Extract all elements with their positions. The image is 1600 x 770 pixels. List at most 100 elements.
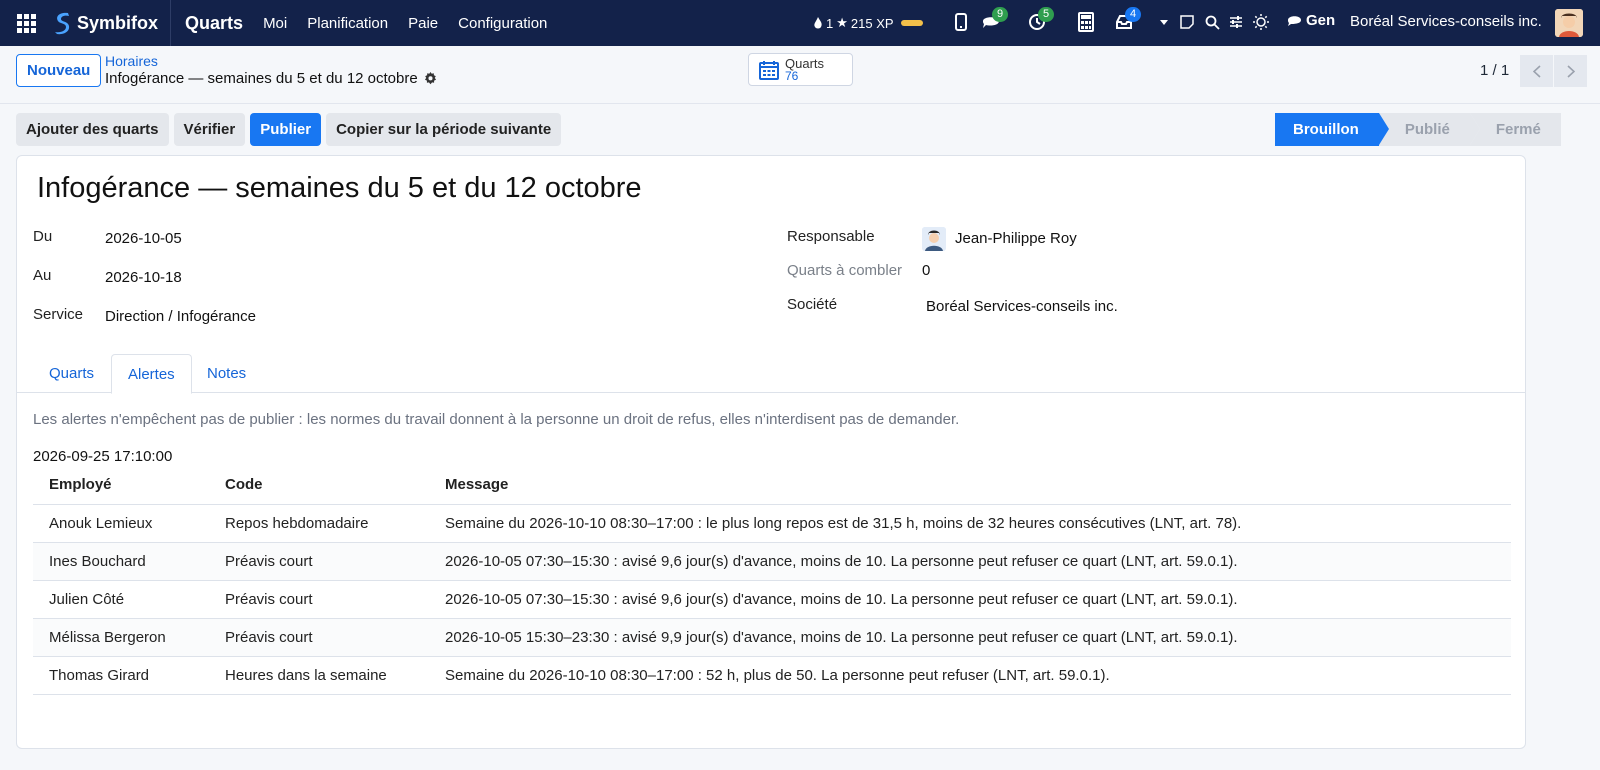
publish-button[interactable]: Publier [250,113,322,146]
menu-item-paie[interactable]: Paie [408,15,438,32]
open-shifts-field: 0 [922,262,931,279]
pager-next-button[interactable] [1554,55,1587,87]
from-field[interactable]: 2026-10-05 [105,230,182,247]
menu-item-planification[interactable]: Planification [307,15,388,32]
breadcrumb-current: Infogérance — semaines du 5 et du 12 oct… [105,70,418,87]
chat-button[interactable]: 9 [980,7,1009,33]
smart-button-label: Quarts [785,55,825,71]
code-cell: Préavis court [209,542,429,581]
code-cell: Préavis court [209,618,429,657]
manager-label: Responsable [787,228,875,245]
menu-item-configuration[interactable]: Configuration [458,15,547,32]
pager-value[interactable]: 1 / 1 [1480,62,1509,79]
open-shifts-label: Quarts à combler [787,262,903,279]
column-header-message[interactable]: Message [429,466,1511,505]
table-row[interactable]: Ines Bouchard Préavis court 2026-10-05 0… [33,542,1511,581]
table-header-row: Employé Code Message [33,466,1511,505]
activity-button[interactable]: 5 [1026,7,1055,33]
copy-next-period-button[interactable]: Copier sur la période suivante [326,113,562,146]
table-row[interactable]: Julien Côté Préavis court 2026-10-05 07:… [33,580,1511,619]
brand[interactable]: Symbifox [52,0,172,46]
company-switcher[interactable]: Boréal Services-conseils inc. [1350,13,1542,30]
column-header-code[interactable]: Code [209,466,429,505]
search-button[interactable] [1201,11,1223,33]
message-cell: Semaine du 2026-10-10 08:30–17:00 : 52 h… [429,656,1511,695]
pager-previous-button[interactable] [1520,55,1553,87]
column-header-employee[interactable]: Employé [33,466,209,505]
notes-button[interactable] [1176,11,1198,33]
brand-name: Symbifox [77,12,159,33]
status-published[interactable]: Publié [1378,113,1480,146]
smart-button-text: Quarts 76 [785,57,824,83]
message-cell: Semaine du 2026-10-10 08:30–17:00 : le p… [429,504,1511,543]
employee-cell: Mélissa Bergeron [33,618,209,657]
top-navbar: Symbifox Quarts Moi Planification Paie C… [0,0,1600,46]
chat-badge: 9 [992,7,1009,22]
employee-cell: Julien Côté [33,580,209,619]
verify-button[interactable]: Vérifier [173,113,246,146]
table-row[interactable]: Anouk Lemieux Repos hebdomadaire Semaine… [33,504,1511,543]
status-draft[interactable]: Brouillon [1275,113,1389,146]
theme-button[interactable] [1250,11,1272,33]
apps-menu-button[interactable] [0,0,52,46]
code-cell: Préavis court [209,580,429,619]
alerts-notice: Les alertes n'empêchent pas de publier :… [33,411,960,428]
gen-button[interactable]: Gen [1287,12,1335,29]
message-cell: 2026-10-05 07:30–15:30 : avisé 9,6 jour(… [429,542,1511,581]
smart-button-value: 76 [785,68,799,83]
employee-cell: Anouk Lemieux [33,504,209,543]
dropdown-toggle[interactable] [1158,11,1170,33]
star-icon: ★ [836,15,848,30]
status-bar: Brouillon Publié Fermé [1275,113,1561,146]
code-cell: Heures dans la semaine [209,656,429,695]
filters-button[interactable] [1225,11,1247,33]
calendar-icon [759,60,779,80]
action-bar: Ajouter des quarts Vérifier Publier Copi… [16,113,562,146]
shifts-smart-button[interactable]: Quarts 76 [748,53,853,86]
sticky-note-icon [1180,15,1194,29]
chevron-right-icon [1566,64,1575,78]
new-button[interactable]: Nouveau [16,54,102,87]
breadcrumb-current-wrap: Infogérance — semaines du 5 et du 12 oct… [105,70,437,87]
symbifox-logo-icon [55,12,70,35]
app-name[interactable]: Quarts [185,13,243,34]
add-shifts-button[interactable]: Ajouter des quarts [16,113,169,146]
service-field[interactable]: Direction / Infogérance [105,308,256,325]
company-field[interactable]: Boréal Services-conseils inc. [926,298,1118,315]
gamification-status[interactable]: 1 ★ 215 XP [813,0,923,46]
message-cell: 2026-10-05 15:30–23:30 : avisé 9,9 jour(… [429,618,1511,657]
company-label: Société [787,296,838,313]
tab-notes[interactable]: Notes [191,354,262,393]
user-avatar[interactable] [1555,9,1583,37]
control-panel: Nouveau Horaires Infogérance — semaines … [0,46,1600,104]
to-field[interactable]: 2026-10-18 [105,269,182,286]
manager-avatar-icon [922,227,946,251]
tab-quarts[interactable]: Quarts [33,354,110,393]
manager-avatar [922,227,946,251]
inbox-badge: 4 [1125,7,1142,22]
xp-progress-bar [900,20,923,26]
phone-icon [955,13,967,31]
calculator-button[interactable] [1075,11,1097,33]
status-closed[interactable]: Fermé [1469,113,1561,146]
xp-value: 215 XP [850,15,894,31]
grid-icon [16,13,36,33]
employee-cell: Ines Bouchard [33,542,209,581]
alerts-timestamp: 2026-09-25 17:10:00 [33,448,173,465]
tab-alertes[interactable]: Alertes [111,354,192,394]
menu-item-moi[interactable]: Moi [263,15,287,32]
manager-field[interactable]: Jean-Philippe Roy [955,230,1077,247]
employee-cell: Thomas Girard [33,656,209,695]
inbox-button[interactable]: 4 [1113,7,1142,33]
gear-icon[interactable] [424,72,437,85]
phone-button[interactable] [950,11,972,33]
breadcrumb-parent[interactable]: Horaires [105,53,437,69]
table-row[interactable]: Mélissa Bergeron Préavis court 2026-10-0… [33,618,1511,657]
form-sheet: Infogérance — semaines du 5 et du 12 oct… [16,155,1526,749]
page-title[interactable]: Infogérance — semaines du 5 et du 12 oct… [37,172,642,205]
from-label: Du [33,228,53,245]
sliders-icon [1230,16,1242,28]
table-row[interactable]: Thomas Girard Heures dans la semaine Sem… [33,656,1511,695]
alerts-table: Employé Code Message Anouk Lemieux Repos… [33,466,1511,695]
caret-down-icon [1160,19,1168,25]
